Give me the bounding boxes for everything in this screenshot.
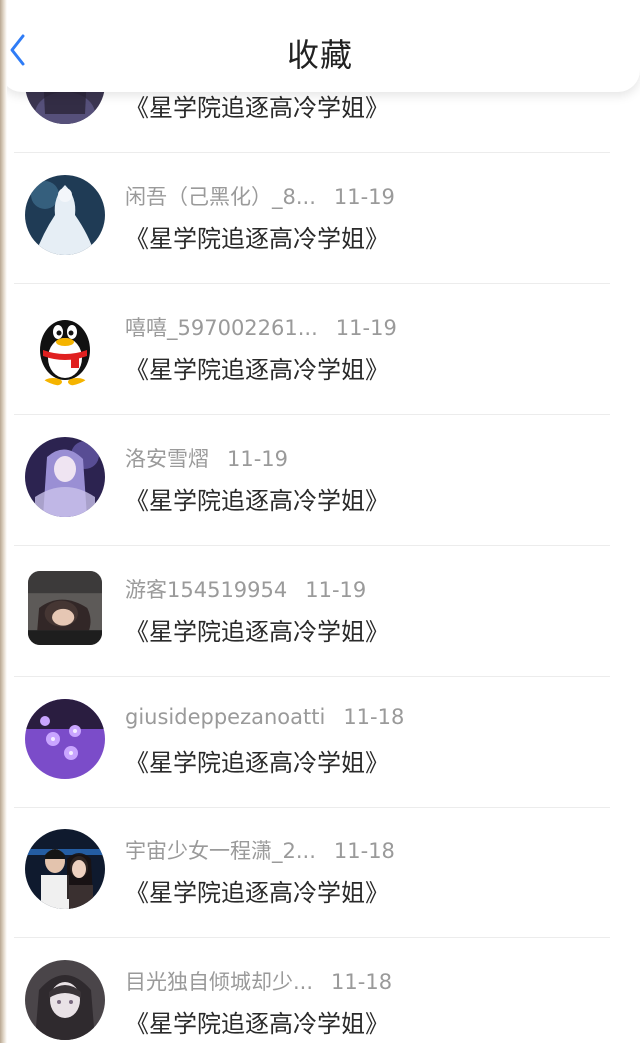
item-meta: 嘻嘻_597002261... 11-19	[125, 312, 397, 342]
book-title: 《星学院追逐高冷学姐》	[125, 1010, 389, 1038]
list-item[interactable]: 嘻嘻_597002261... 11-19 《星学院追逐高冷学姐》	[0, 284, 640, 415]
list-item[interactable]: 目光独自倾城却少... 11-18 《星学院追逐高冷学姐》	[0, 938, 640, 1043]
qq-penguin-avatar[interactable]	[25, 306, 105, 386]
list-item[interactable]: 宇宙少女一程潇_2... 11-18 《星学院追逐高冷学姐》	[0, 807, 640, 938]
book-title: 《星学院追逐高冷学姐》	[125, 487, 389, 515]
screen-edge	[0, 0, 7, 1043]
item-date: 11-19	[227, 447, 289, 471]
item-meta: 闲吾（己黑化）_8... 11-19	[125, 181, 395, 211]
book-title: 《星学院追逐高冷学姐》	[125, 749, 389, 777]
book-title: 《星学院追逐高冷学姐》	[125, 618, 389, 646]
couple-photo-avatar[interactable]	[25, 829, 105, 909]
item-date: 11-18	[331, 970, 393, 994]
purple-anime-girl-avatar[interactable]	[25, 437, 105, 517]
white-dress-girl-avatar[interactable]	[25, 175, 105, 255]
item-date: 11-18	[333, 839, 395, 863]
purple-flowers-avatar[interactable]	[25, 699, 105, 779]
user-name: 宇宙少女一程潇_2...	[125, 839, 316, 863]
user-name: 目光独自倾城却少...	[125, 970, 314, 994]
item-date: 11-19	[305, 578, 367, 602]
item-date: 11-19	[333, 185, 395, 209]
item-meta: 游客154519954 11-19	[125, 574, 366, 604]
user-name: 闲吾（己黑化）_8...	[125, 185, 316, 209]
list-item[interactable]: 洛安雪熠 11-19 《星学院追逐高冷学姐》	[0, 415, 640, 546]
item-meta: 目光独自倾城却少... 11-18	[125, 966, 392, 996]
user-name: 嘻嘻_597002261...	[125, 316, 318, 340]
sleeping-girl-photo-avatar[interactable]	[28, 571, 102, 645]
list-item[interactable]: 闲吾（己黑化）_8... 11-19 《星学院追逐高冷学姐》	[0, 153, 640, 284]
book-title: 《星学院追逐高冷学姐》	[125, 356, 389, 384]
item-meta: 宇宙少女一程潇_2... 11-18	[125, 835, 395, 865]
list-item[interactable]: giusideppezanoatti 11-18 《星学院追逐高冷学姐》	[0, 677, 640, 808]
gray-anime-girl-avatar[interactable]	[25, 960, 105, 1040]
book-title: 《星学院追逐高冷学姐》	[125, 225, 389, 253]
page-title: 收藏	[286, 36, 353, 74]
list-item[interactable]: 游客154519954 11-19 《星学院追逐高冷学姐》	[0, 546, 640, 677]
book-title: 《星学院追逐高冷学姐》	[125, 94, 389, 122]
favorites-screen: 《星学院追逐高冷学姐》 闲吾（己黑化）_8... 11-19 《星学院追逐高冷学姐…	[0, 0, 640, 1043]
item-meta: 洛安雪熠 11-19	[125, 443, 288, 473]
user-name: giusideppezanoatti	[125, 705, 326, 729]
top-bar: 收藏	[0, 0, 640, 92]
item-date: 11-19	[335, 316, 397, 340]
item-date: 11-18	[343, 705, 405, 729]
user-name: 洛安雪熠	[125, 447, 209, 471]
user-name: 游客154519954	[125, 578, 288, 602]
item-meta: giusideppezanoatti 11-18	[125, 705, 404, 735]
book-title: 《星学院追逐高冷学姐》	[125, 879, 389, 907]
